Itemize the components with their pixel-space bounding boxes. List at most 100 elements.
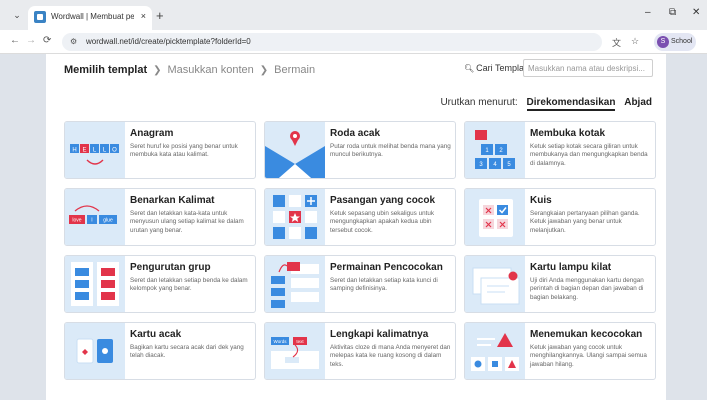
avatar: S [657, 36, 669, 48]
template-card-group-sort[interactable]: Pengurutan grup Seret dan letakkan setia… [64, 255, 256, 313]
flash-cards-illustration [472, 267, 520, 305]
boxes-illustration: 1 2 3 4 5 [475, 130, 515, 169]
cards-illustration [76, 338, 113, 364]
template-card-matching-pairs[interactable]: Pasangan yang cocok Ketuk sepasang ubin … [264, 188, 456, 246]
svg-text:E: E [82, 148, 86, 154]
tab-title: Wordwall | Membuat pelajaran [51, 12, 134, 21]
find-match-illustration [471, 333, 519, 371]
breadcrumb: Memilih templat ❯ Masukkan konten ❯ Bermain [64, 64, 315, 76]
chevron-right-icon: ❯ [153, 65, 162, 76]
template-description: Ketuk setiap kotak secara giliran untuk … [530, 143, 648, 167]
tab-close-icon[interactable]: × [141, 11, 146, 21]
template-card-unjumble[interactable]: love I glue Benarkan Kalimat Seret dan l… [64, 188, 256, 246]
template-title: Benarkan Kalimat [130, 195, 215, 206]
translate-icon[interactable]: 文 [612, 36, 621, 49]
forward-icon[interactable]: → [26, 35, 36, 46]
template-card-find-the-match[interactable]: Menemukan kecocokan Ketuk jawaban yang c… [464, 322, 656, 380]
site-info-icon[interactable]: ⚙ [70, 37, 77, 46]
svg-text:H: H [72, 148, 76, 154]
sort-alphabetical[interactable]: Abjad [624, 97, 652, 108]
template-card-anagram[interactable]: H E L L O Anagram Seret huruf ke posisi … [64, 121, 256, 179]
anagram-thumbnail: H E L L O [65, 122, 125, 178]
template-description: Aktivitas cloze di mana Anda menyeret da… [330, 344, 451, 368]
wheel-illustration [265, 131, 325, 178]
svg-text:I: I [91, 218, 92, 224]
flash-cards-thumbnail [465, 256, 525, 312]
restore-icon[interactable]: ⧉ [669, 7, 676, 18]
anagram-illustration: H E L L O [70, 144, 119, 165]
template-description: Seret dan letakkan kata-kata untuk menyu… [130, 210, 244, 234]
sort-recommended[interactable]: Direkomendasikan [526, 97, 616, 111]
close-window-icon[interactable]: ✕ [692, 7, 700, 18]
random-wheel-thumbnail [265, 122, 325, 178]
match-up-illustration [271, 262, 319, 308]
template-card-random-cards[interactable]: Kartu acak Bagikan kartu secara acak dar… [64, 322, 256, 380]
search-input[interactable] [523, 59, 653, 77]
open-box-thumbnail: 1 2 3 4 5 [465, 122, 525, 178]
template-card-match-up[interactable]: Permainan Pencocokan Seret dan letakkan … [264, 255, 456, 313]
quiz-illustration [479, 199, 513, 237]
template-description: Serangkaian pertanyaan pilihan ganda. Ke… [530, 210, 640, 234]
profile-button[interactable]: S School [654, 33, 696, 51]
svg-text:glue: glue [103, 218, 113, 224]
url-text: wordwall.net/id/create/picktemplate?fold… [86, 37, 251, 46]
chevron-right-icon: ❯ [259, 65, 269, 76]
template-description: Putar roda untuk melihat benda mana yang… [330, 143, 451, 159]
group-sort-thumbnail [65, 256, 125, 312]
template-title: Pengurutan grup [130, 262, 211, 273]
step-enter-content: Masukkan konten [167, 64, 254, 76]
template-card-random-wheel[interactable]: Roda acak Putar roda untuk melihat benda… [264, 121, 456, 179]
template-title: Lengkapi kalimatnya [330, 329, 429, 340]
template-title: Roda acak [330, 128, 381, 139]
template-title: Kartu acak [130, 329, 182, 340]
svg-text:O: O [112, 148, 117, 154]
template-title: Menemukan kecocokan [530, 329, 643, 340]
template-title: Pasangan yang cocok [330, 195, 436, 206]
random-cards-thumbnail [65, 323, 125, 379]
step-choose-template: Memilih templat [64, 64, 148, 76]
template-card-open-box[interactable]: 1 2 3 4 5 Membuka kotak Ketuk setiap kot… [464, 121, 656, 179]
template-description: Seret dan letakkan setiap kata kunci di … [330, 277, 438, 293]
template-description: Seret huruf ke posisi yang benar untuk m… [130, 143, 238, 159]
bookmark-star-icon[interactable]: ☆ [631, 36, 639, 47]
template-title: Kartu lampu kilat [530, 262, 612, 273]
address-bar[interactable]: ⚙ wordwall.net/id/create/picktemplate?fo… [62, 33, 602, 51]
template-description: Uji diri Anda menggunakan kartu dengan p… [530, 277, 644, 301]
back-icon[interactable]: ← [10, 35, 20, 46]
complete-sentence-thumbnail: Words text [265, 323, 325, 379]
template-title: Anagram [130, 128, 174, 139]
template-title: Membuka kotak [530, 128, 606, 139]
template-card-quiz[interactable]: Kuis Serangkaian pertanyaan pilihan gand… [464, 188, 656, 246]
template-card-flash-cards[interactable]: Kartu lampu kilat Uji diri Anda mengguna… [464, 255, 656, 313]
minimize-icon[interactable]: – [645, 7, 651, 18]
browser-tab[interactable]: Wordwall | Membuat pelajaran × [28, 6, 152, 30]
reload-icon[interactable]: ⟳ [43, 35, 51, 46]
sentence-illustration: love I glue [69, 205, 117, 224]
find-the-match-thumbnail [465, 323, 525, 379]
tab-search-icon[interactable]: ⌄ [10, 8, 24, 22]
unjumble-thumbnail: love I glue [65, 189, 125, 245]
tiles-illustration [273, 195, 317, 239]
sort-label: Urutkan menurut: [440, 97, 518, 108]
svg-text:text: text [296, 339, 304, 344]
page-content: Memilih templat ❯ Masukkan konten ❯ Bermain … [46, 54, 666, 400]
search-label-text: Cari Templat: [476, 63, 530, 73]
match-up-thumbnail [265, 256, 325, 312]
template-description: Ketuk jawaban yang cocok untuk menghilan… [530, 344, 647, 368]
group-sort-illustration [71, 262, 119, 306]
step-play: Bermain [274, 64, 316, 76]
template-title: Permainan Pencocokan [330, 262, 443, 273]
quiz-thumbnail [465, 189, 525, 245]
matching-pairs-thumbnail [265, 189, 325, 245]
svg-text:Words: Words [274, 339, 288, 344]
template-description: Ketuk sepasang ubin sekaligus untuk meng… [330, 210, 434, 234]
wordwall-favicon-icon [34, 11, 46, 23]
browser-toolbar: ← → ⟳ ⚙ wordwall.net/id/create/picktempl… [0, 30, 707, 54]
template-description: Seret dan letakkan setiap benda ke dalam… [130, 277, 248, 293]
search-label: 🔍︎ Cari Templat: [464, 63, 529, 73]
template-card-complete-sentence[interactable]: Words text Lengkapi kalimatnya Aktivitas… [264, 322, 456, 380]
new-tab-icon[interactable]: + [156, 9, 164, 22]
search-icon: 🔍︎ [464, 64, 475, 73]
svg-text:love: love [72, 218, 81, 224]
browser-tabstrip: ⌄ Wordwall | Membuat pelajaran × + – ⧉ ✕ [0, 0, 707, 30]
